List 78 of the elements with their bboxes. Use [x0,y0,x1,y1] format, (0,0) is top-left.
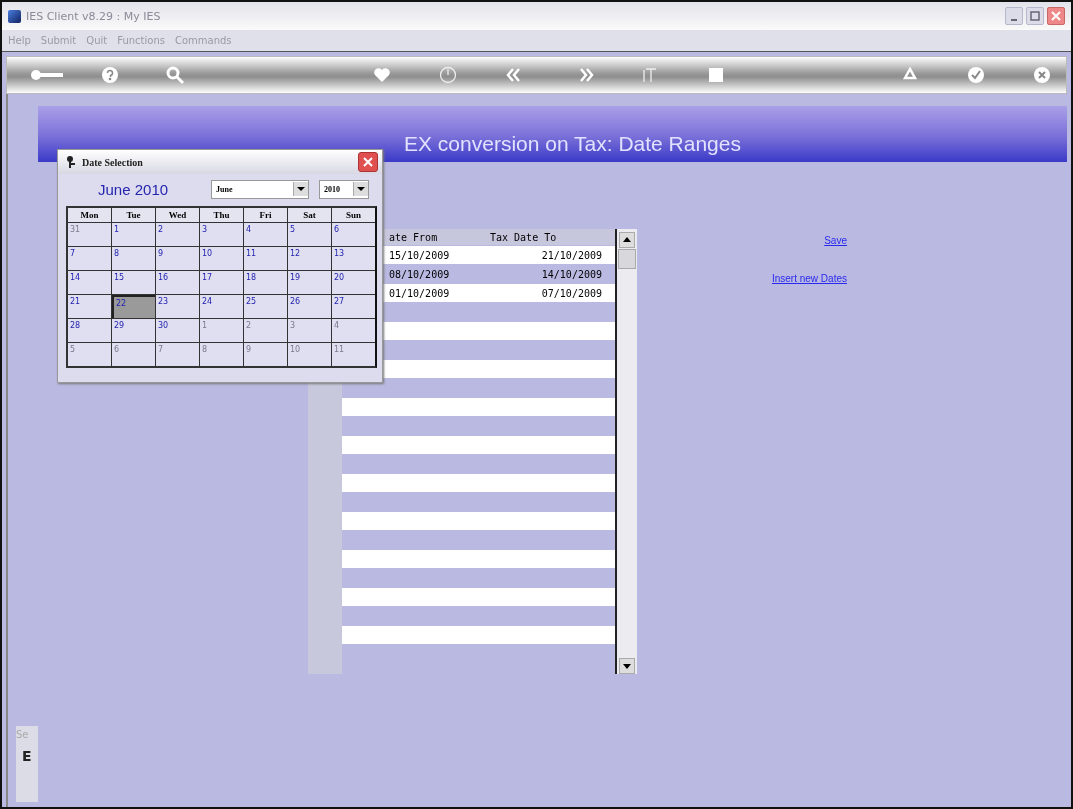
pin-icon [66,155,78,169]
window-title: IES Client v8.29 : My IES [26,9,161,23]
calendar-day[interactable]: 14 [68,271,111,294]
app-icon [8,9,21,23]
action-link[interactable]: Insert new Dates [771,273,847,284]
table-cell-text: 15/10/2009 [388,249,451,261]
close-button[interactable] [358,152,378,172]
calendar-day[interactable]: 7 [68,247,111,270]
table-cell-text: 14/10/2009 [540,268,602,280]
month-dropdown[interactable]: June [211,179,309,199]
close-icon[interactable] [1033,66,1051,84]
scroll-down-icon[interactable] [619,658,635,674]
clock-icon[interactable] [439,66,457,84]
calendar-day[interactable]: 28 [68,319,111,342]
calendar-day[interactable]: 2 [156,223,199,246]
heart-icon[interactable] [373,67,391,83]
fast-forward-icon[interactable] [579,68,595,82]
scroll-thumb[interactable] [618,249,636,269]
year-dropdown[interactable]: 2010 [319,179,369,199]
calendar-day[interactable]: 19 [288,271,331,294]
minimize-icon [1011,19,1017,21]
scroll-up-icon[interactable] [619,232,635,248]
calendar-day[interactable]: 5 [288,223,331,246]
table-cell-text: 01/10/2009 [388,287,451,299]
month-heading: June 2010 [98,180,170,198]
search-icon[interactable] [165,65,185,85]
text-icon[interactable] [643,67,659,83]
weekday-header: Fri [244,208,287,222]
weekday-header: Wed [156,208,199,222]
close-icon [363,157,373,167]
calendar-day[interactable]: 15 [112,271,155,294]
weekday-header: Sun [332,208,375,222]
calendar-day[interactable]: 24 [200,295,243,318]
page-title: EX conversion on Tax: Date Ranges [404,132,741,156]
calendar-day[interactable]: 22 [112,295,155,318]
weekday-header: Mon [68,208,111,222]
calendar-day[interactable]: 21 [68,295,111,318]
calendar-day[interactable]: 12 [288,247,331,270]
rewind-icon[interactable] [505,68,521,82]
key-icon[interactable] [29,68,65,82]
calendar-day[interactable]: 3 [200,223,243,246]
help-icon[interactable] [101,66,119,84]
calendar-day[interactable]: 11 [244,247,287,270]
calendar-day[interactable]: 30 [156,319,199,342]
table-cell-text: 08/10/2009 [388,268,451,280]
calendar-day[interactable]: 20 [332,271,375,294]
panel-label: Se [16,729,30,740]
check-icon[interactable] [967,66,985,84]
calendar-day[interactable]: 10 [200,247,243,270]
calendar-day[interactable]: 25 [244,295,287,318]
maximize-button[interactable] [1026,7,1044,25]
weekday-header: Sat [288,208,331,222]
weekday-header: Tue [112,208,155,222]
action-link[interactable]: Save [824,235,847,246]
table-cell-text: 07/10/2009 [540,287,602,299]
panel-value: E [22,748,33,764]
dialog-title: Date Selection [82,156,143,168]
calendar-day[interactable]: 1 [112,223,155,246]
calendar-day[interactable]: 23 [156,295,199,318]
calendar-day[interactable]: 26 [288,295,331,318]
scrollbar[interactable] [615,229,637,674]
calendar-day[interactable]: 29 [112,319,155,342]
calendar-day[interactable]: 4 [244,223,287,246]
calendar-day[interactable]: 8 [112,247,155,270]
calendar-day[interactable]: 17 [200,271,243,294]
column-header[interactable]: Tax Date To [472,231,602,243]
table-cell-text: 21/10/2009 [540,249,602,261]
minimize-button[interactable] [1005,7,1023,25]
maximize-icon [1030,11,1040,21]
weekday-header: Thu [200,208,243,222]
calendar-day[interactable]: 9 [156,247,199,270]
close-button[interactable] [1047,7,1065,25]
calendar-day[interactable]: 18 [244,271,287,294]
calendar-day[interactable]: 16 [156,271,199,294]
close-icon [1051,11,1061,21]
calendar-day[interactable]: 27 [332,295,375,318]
calendar-day[interactable]: 13 [332,247,375,270]
calendar-day[interactable]: 6 [332,223,375,246]
